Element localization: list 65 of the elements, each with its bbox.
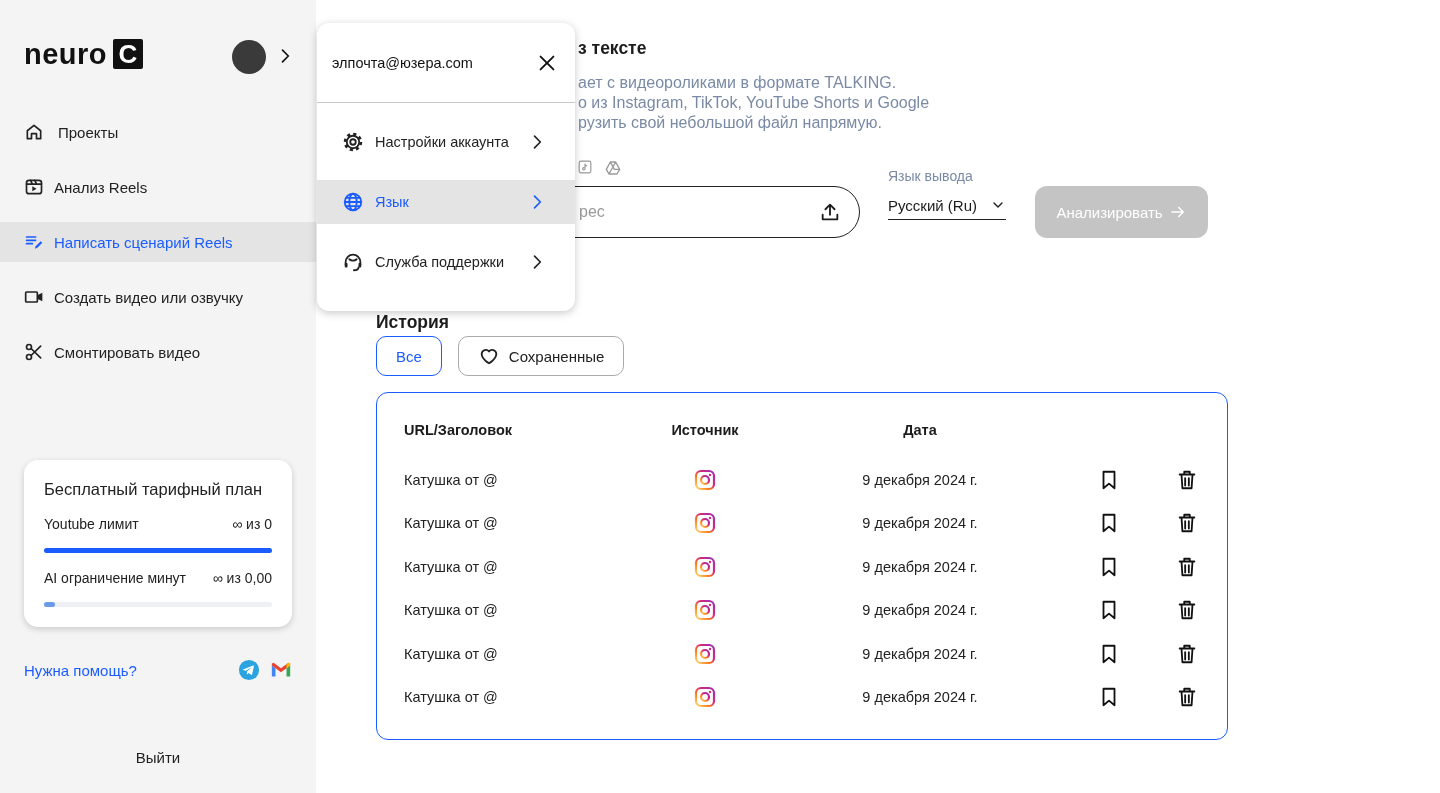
menu-item[interactable]: Служба поддержки: [317, 240, 575, 284]
headset-icon: [342, 251, 364, 273]
logo-text: neuro: [24, 37, 108, 71]
globe-icon: [342, 191, 364, 213]
scissors-icon: [24, 342, 44, 362]
description-line: о из Instagram, TikTok, YouTube Shorts и Google: [578, 93, 931, 113]
table-cell-text: Катушка от @: [404, 689, 499, 706]
table-cell: 9 декабря 2024 г.: [862, 558, 978, 575]
instagram-icon: [693, 598, 717, 623]
telegram-icon[interactable]: [238, 659, 260, 681]
limit-label: Youtube лимит: [44, 515, 139, 534]
filter-tab[interactable]: Все: [376, 336, 442, 376]
limit-value: ∞ из 0,00: [212, 569, 272, 588]
triangle-icon: [605, 160, 621, 176]
nav-item[interactable]: Проекты: [0, 112, 316, 152]
trash-icon[interactable]: [1176, 468, 1198, 491]
account-email: элпочта@юзера.com: [332, 54, 473, 71]
section-title: История: [376, 312, 450, 332]
table-cell-text: Катушка от @: [404, 602, 499, 619]
instagram-icon: [693, 554, 717, 579]
menu-item[interactable]: Настройки аккаунта: [317, 120, 575, 164]
help-link[interactable]: Нужна помощь?: [24, 661, 228, 679]
trash-icon[interactable]: [1176, 599, 1198, 622]
nav-item[interactable]: Анализ Reels: [0, 167, 316, 207]
instagram-icon: [693, 511, 717, 536]
description-line: ает с видеороликами в формате TALKING.: [578, 73, 898, 93]
settings-icon: [342, 131, 364, 153]
trash-icon[interactable]: [1176, 512, 1198, 535]
trash-icon[interactable]: [1176, 555, 1198, 578]
nav-item[interactable]: Смонтировать видео: [0, 332, 316, 372]
instagram-icon: [693, 685, 717, 710]
plan-title: Бесплатный тарифный план: [44, 479, 264, 499]
trash-icon[interactable]: [1176, 642, 1198, 665]
menu-item[interactable]: Язык: [317, 180, 575, 224]
logo-badge: C: [113, 39, 144, 69]
avatar[interactable]: [232, 40, 267, 74]
table-cell: 9 декабря 2024 г.: [862, 471, 978, 488]
limit-value: ∞ из 0: [232, 515, 272, 534]
home-icon: [24, 122, 44, 142]
page-title: з тексте: [578, 37, 648, 59]
filter-tab[interactable]: Сохраненные: [457, 336, 625, 376]
play-icon: [24, 177, 44, 197]
table-cell: 9 декабря 2024 г.: [862, 602, 978, 619]
table-cell: 9 декабря 2024 г.: [862, 515, 978, 532]
table-cell-text: Катушка от @: [404, 515, 499, 532]
column-header: Источник: [671, 422, 739, 438]
table-cell-text: Катушка от @: [404, 558, 499, 575]
field-label: Язык вывода: [888, 167, 974, 185]
table-cell: 9 декабря 2024 г.: [862, 689, 978, 706]
trash-icon[interactable]: [1176, 686, 1198, 709]
table-cell: 9 декабря 2024 г.: [862, 645, 978, 662]
tiktok-icon: [578, 160, 592, 174]
language-dropdown[interactable]: Русский (Ru): [888, 191, 1006, 220]
column-header: URL/Заголовок: [404, 422, 514, 438]
limit-label: AI ограничение минут: [44, 569, 187, 588]
instagram-icon: [693, 467, 717, 492]
upload-icon[interactable]: [819, 201, 841, 223]
column-header: Дата: [903, 422, 937, 438]
instagram-icon: [693, 641, 717, 666]
table-cell-text: Катушка от @: [404, 645, 499, 662]
nav-item[interactable]: Написать сценарий Reels: [0, 222, 316, 262]
logout-link[interactable]: Выйти: [135, 749, 181, 766]
description-line: рузить свой небольшой файл напрямую.: [578, 113, 883, 133]
nav-item[interactable]: Создать видео или озвучку: [0, 277, 316, 317]
table-cell-text: Катушка от @: [404, 471, 499, 488]
